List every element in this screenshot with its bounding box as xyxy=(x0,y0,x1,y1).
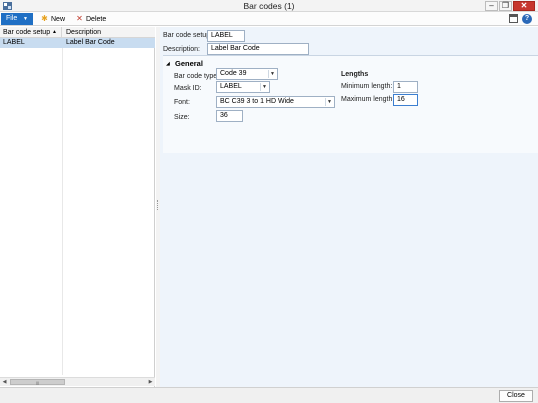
sort-ascending-icon: ▲ xyxy=(52,29,57,35)
bar-code-type-label: Bar code type: xyxy=(174,73,220,80)
file-menu-button[interactable]: File ▼ xyxy=(1,13,33,25)
font-value: BC C39 3 to 1 HD Wide xyxy=(220,98,294,105)
column-divider xyxy=(62,48,63,375)
help-icon[interactable]: ? xyxy=(522,14,532,24)
chevron-down-icon[interactable]: ▼ xyxy=(325,98,333,106)
maximum-length-label: Maximum length: xyxy=(341,96,395,103)
horizontal-scrollbar[interactable]: ◀ ||| ▶ xyxy=(0,377,155,386)
mask-id-select[interactable]: LABEL ▼ xyxy=(216,81,270,93)
close-button[interactable]: Close xyxy=(499,390,533,402)
view-layout-icon[interactable] xyxy=(509,14,518,23)
column-header-description[interactable]: Description xyxy=(63,27,155,38)
bar-code-type-value: Code 39 xyxy=(220,70,247,77)
table-row[interactable]: LABEL Label Bar Code xyxy=(0,38,155,48)
bar-code-setup-label: Bar code setup: xyxy=(163,32,213,39)
new-button[interactable]: ✱ New xyxy=(40,13,65,25)
minimum-length-field[interactable]: 1 xyxy=(393,81,418,93)
scrollbar-thumb[interactable]: ||| xyxy=(10,379,65,385)
lengths-group-title: Lengths xyxy=(341,71,369,78)
delete-x-icon: ✕ xyxy=(76,14,83,23)
chevron-down-icon[interactable]: ▼ xyxy=(260,83,268,91)
size-field[interactable]: 36 xyxy=(216,110,243,122)
fasttab-title[interactable]: General xyxy=(175,59,203,68)
window-title: Bar codes (1) xyxy=(243,1,295,11)
description-field[interactable]: Label Bar Code xyxy=(207,43,309,55)
description-label: Description: xyxy=(163,46,200,53)
cell-description: Label Bar Code xyxy=(66,39,115,46)
chevron-down-icon: ▼ xyxy=(23,16,28,22)
new-star-icon: ✱ xyxy=(41,14,48,23)
minimize-button[interactable]: – xyxy=(485,1,498,11)
grid-header: Bar code setup ▲ Description xyxy=(0,27,155,38)
delete-button[interactable]: ✕ Delete xyxy=(75,13,106,25)
cell-bar-code-setup: LABEL xyxy=(3,39,25,46)
font-select[interactable]: BC C39 3 to 1 HD Wide ▼ xyxy=(216,96,335,108)
bar-code-grid: Bar code setup ▲ Description LABEL Label… xyxy=(0,27,155,387)
action-pane: File ▼ ✱ New ✕ Delete xyxy=(0,12,538,26)
grip-icon: ||| xyxy=(36,380,40,385)
bar-code-type-select[interactable]: Code 39 ▼ xyxy=(216,68,278,80)
minimum-length-label: Minimum length: xyxy=(341,83,393,90)
font-label: Font: xyxy=(174,99,190,106)
size-label: Size: xyxy=(174,114,190,121)
delete-label: Delete xyxy=(86,16,107,23)
new-label: New xyxy=(51,16,66,23)
scroll-right-icon[interactable]: ▶ xyxy=(146,378,155,386)
maximize-button[interactable]: ❐ xyxy=(499,1,512,11)
collapse-triangle-icon[interactable]: ◢ xyxy=(166,61,170,67)
mask-id-value: LABEL xyxy=(220,83,242,90)
close-window-button[interactable]: ✕ xyxy=(513,1,535,11)
column-header-bar-code-setup[interactable]: Bar code setup ▲ xyxy=(0,27,62,38)
mask-id-label: Mask ID: xyxy=(174,85,202,92)
splitter-grip-icon[interactable] xyxy=(157,200,159,210)
bar-code-setup-field[interactable]: LABEL xyxy=(207,30,245,42)
footer-bar: Close xyxy=(0,387,538,403)
maximum-length-field[interactable]: 16 xyxy=(393,94,418,106)
detail-pane: Bar code setup: LABEL Description: Label… xyxy=(160,27,538,387)
scroll-left-icon[interactable]: ◀ xyxy=(0,378,9,386)
file-label: File xyxy=(6,15,18,22)
chevron-down-icon[interactable]: ▼ xyxy=(268,70,276,78)
column-header-label: Bar code setup xyxy=(3,29,51,36)
